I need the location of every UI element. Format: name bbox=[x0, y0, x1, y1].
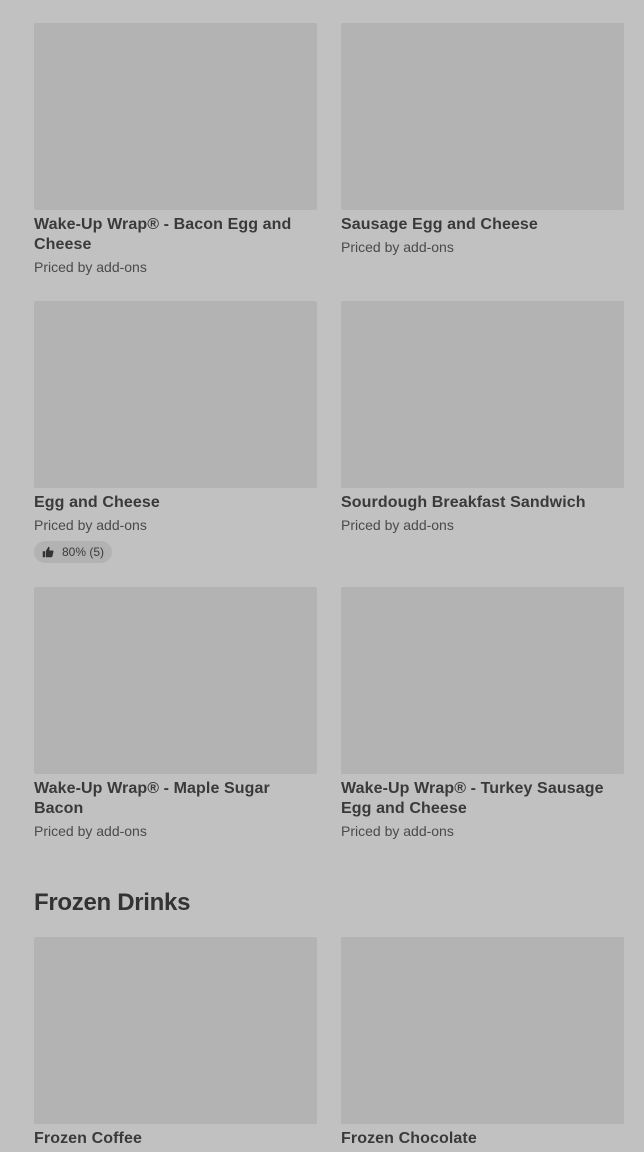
menu-item-card[interactable]: Egg and Cheese Priced by add-ons 80% (5) bbox=[34, 301, 317, 563]
menu-item-card[interactable]: Frozen Coffee bbox=[34, 937, 317, 1149]
item-title[interactable]: Sourdough Breakfast Sandwich bbox=[341, 493, 624, 513]
item-price: Priced by add-ons bbox=[34, 823, 147, 839]
item-title[interactable]: Wake-Up Wrap® - Bacon Egg and Cheese bbox=[34, 215, 317, 255]
item-title[interactable]: Sausage Egg and Cheese bbox=[341, 215, 624, 235]
rating-text: 80% (5) bbox=[62, 545, 105, 559]
menu-item-card[interactable]: Wake-Up Wrap® - Bacon Egg and Cheese Pri… bbox=[34, 23, 317, 276]
item-title[interactable]: Frozen Chocolate bbox=[341, 1129, 624, 1149]
item-image[interactable] bbox=[341, 301, 624, 488]
item-price: Priced by add-ons bbox=[34, 517, 147, 533]
item-image[interactable] bbox=[341, 937, 624, 1124]
item-title[interactable]: Wake-Up Wrap® - Maple Sugar Bacon bbox=[34, 779, 317, 819]
menu-item-card[interactable]: Wake-Up Wrap® - Maple Sugar Bacon Priced… bbox=[34, 587, 317, 840]
item-price: Priced by add-ons bbox=[341, 517, 454, 533]
item-image[interactable] bbox=[34, 937, 317, 1124]
thumbs-up-icon bbox=[42, 546, 54, 558]
menu-item-card[interactable]: Sourdough Breakfast Sandwich Priced by a… bbox=[341, 301, 624, 534]
menu-item-card[interactable]: Wake-Up Wrap® - Turkey Sausage Egg and C… bbox=[341, 587, 624, 840]
item-price: Priced by add-ons bbox=[34, 259, 147, 275]
section-title: Frozen Drinks bbox=[34, 889, 191, 916]
item-image[interactable] bbox=[34, 587, 317, 774]
menu-item-card[interactable]: Sausage Egg and Cheese Priced by add-ons bbox=[341, 23, 624, 256]
rating-badge: 80% (5) bbox=[34, 541, 113, 563]
menu-page: Wake-Up Wrap® - Bacon Egg and Cheese Pri… bbox=[0, 0, 644, 1152]
item-price: Priced by add-ons bbox=[341, 239, 454, 255]
menu-item-card[interactable]: Frozen Chocolate bbox=[341, 937, 624, 1149]
item-image[interactable] bbox=[341, 23, 624, 210]
item-image[interactable] bbox=[34, 23, 317, 210]
item-title[interactable]: Frozen Coffee bbox=[34, 1129, 317, 1149]
item-price: Priced by add-ons bbox=[341, 823, 454, 839]
item-title[interactable]: Wake-Up Wrap® - Turkey Sausage Egg and C… bbox=[341, 779, 624, 819]
item-title[interactable]: Egg and Cheese bbox=[34, 493, 317, 513]
item-image[interactable] bbox=[341, 587, 624, 774]
item-image[interactable] bbox=[34, 301, 317, 488]
